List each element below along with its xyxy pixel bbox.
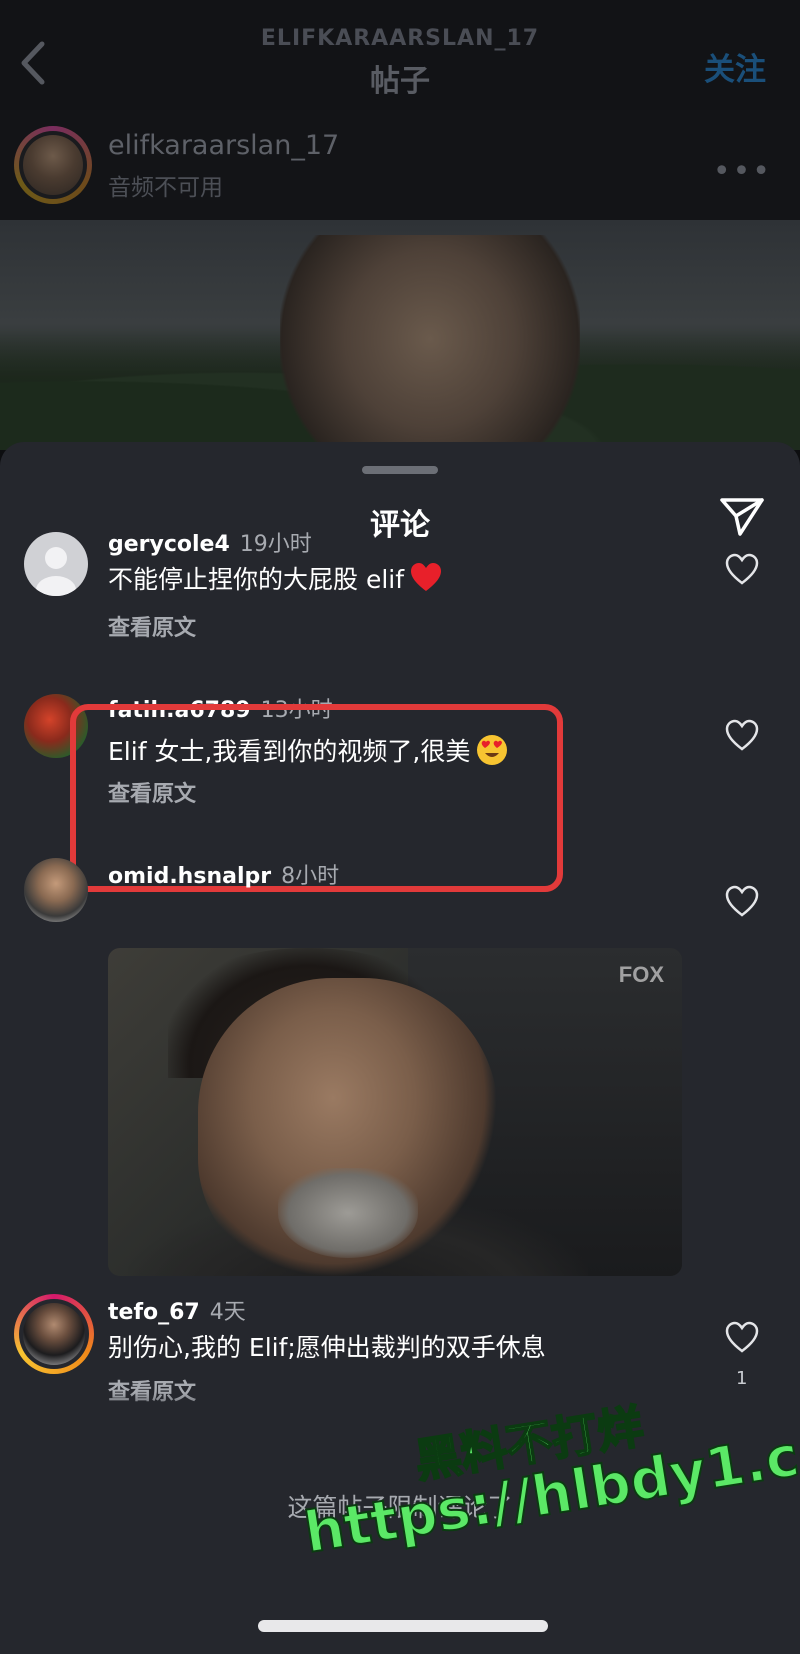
more-options-icon[interactable]: ••• <box>713 154 772 189</box>
top-nav-bar: ELIFKARAARSLAN_17 帖子 关注 <box>0 0 800 110</box>
comment-time: 4天 <box>209 1300 246 1325</box>
like-heart-icon[interactable] <box>724 552 760 586</box>
like-count: 1 <box>736 1368 748 1389</box>
commenter-avatar[interactable] <box>24 858 88 922</box>
account-name-header: ELIFKARAARSLAN_17 <box>260 26 540 51</box>
commenter-avatar[interactable] <box>24 532 88 596</box>
home-indicator[interactable] <box>258 1620 548 1632</box>
red-heart-icon <box>411 563 442 591</box>
commenter-avatar <box>23 1303 85 1365</box>
media-person <box>280 235 580 450</box>
author-username[interactable]: elifkaraarslan_17 <box>108 130 339 161</box>
like-heart-icon[interactable] <box>724 1320 760 1354</box>
comment-username[interactable]: tefo_67 <box>108 1300 200 1325</box>
post-author-row: elifkaraarslan_17 音频不可用 ••• <box>0 110 800 220</box>
sheet-drag-handle[interactable] <box>362 466 438 474</box>
post-media <box>0 220 800 450</box>
see-original-link[interactable]: 查看原文 <box>108 610 196 642</box>
commenter-story-ring[interactable] <box>14 1294 94 1374</box>
list-fade <box>0 1392 800 1424</box>
send-icon[interactable] <box>718 494 766 538</box>
comment-text: 不能停止捏你的大屁股 elif <box>108 565 405 594</box>
audio-unavailable-label: 音频不可用 <box>108 175 223 201</box>
like-heart-icon[interactable] <box>724 884 760 918</box>
page-title: 帖子 <box>370 64 430 99</box>
author-avatar[interactable] <box>14 126 92 204</box>
follow-button[interactable]: 关注 <box>704 44 766 89</box>
comment-username[interactable]: omid.hsnalpr <box>108 864 271 889</box>
comment-username[interactable]: gerycole4 <box>108 532 230 557</box>
default-avatar-icon <box>36 547 76 596</box>
like-heart-icon[interactable] <box>724 718 760 752</box>
comment-time: 19小时 <box>239 532 312 557</box>
author-avatar-photo <box>23 135 83 195</box>
fox-logo: FOX <box>618 962 664 987</box>
comment-gif[interactable]: FOX <box>108 948 682 1276</box>
comment-time: 8小时 <box>281 864 340 889</box>
comment-text: 别伤心,我的 Elif;愿伸出裁判的双手休息 <box>108 1333 546 1362</box>
